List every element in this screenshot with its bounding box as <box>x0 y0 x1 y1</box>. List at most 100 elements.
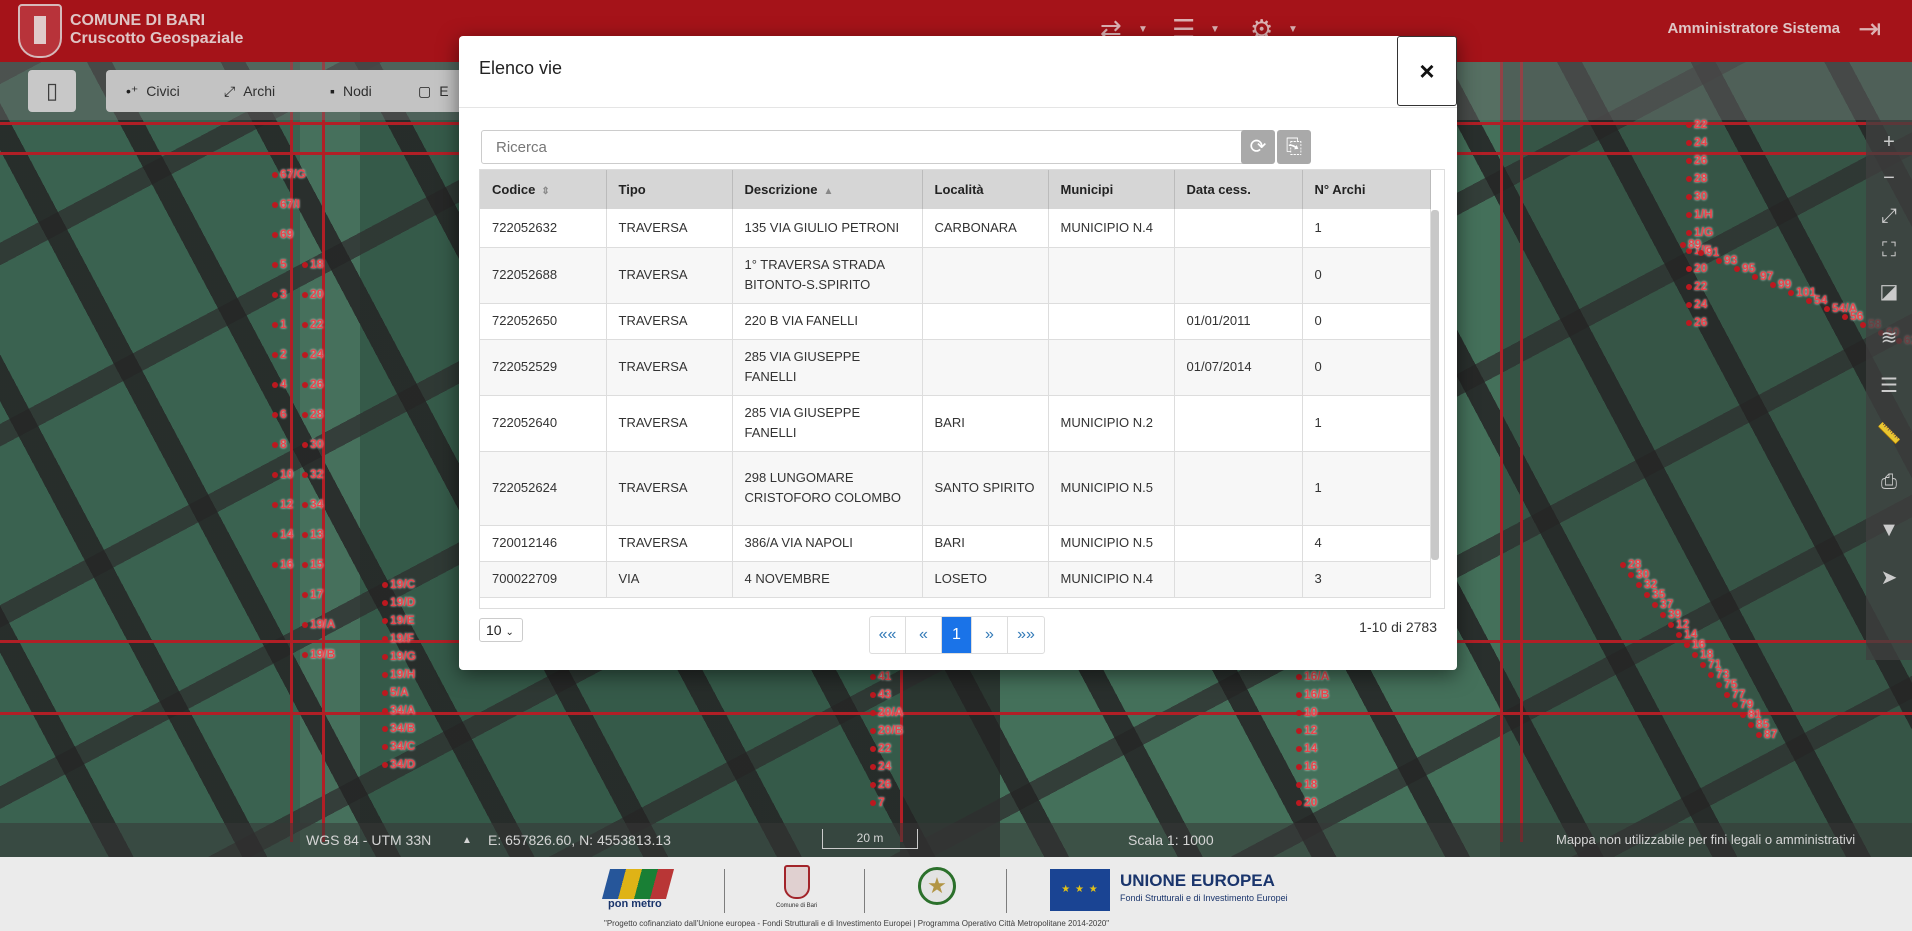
table-cell <box>1048 339 1175 396</box>
table-cell: 135 VIA GIULIO PETRONI <box>732 209 923 248</box>
street-table-grid: Codice ⇕ Tipo Descrizione ▲ Località Munic… <box>480 170 1431 598</box>
table-cell: 720012146 <box>480 525 607 562</box>
sort-both-icon: ⇕ <box>541 186 550 197</box>
table-cell: 0 <box>1302 303 1431 340</box>
table-cell: 1 <box>1302 209 1431 248</box>
table-cell <box>922 247 1049 304</box>
table-cell: TRAVERSA <box>606 209 733 248</box>
table-cell: 1° TRAVERSA STRADA BITONTO-S.SPIRITO <box>732 247 923 304</box>
current-page-button[interactable]: 1 <box>942 617 972 653</box>
table-cell: 01/01/2011 <box>1174 303 1303 340</box>
table-cell: 285 VIA GIUSEPPE FANELLI <box>732 339 923 396</box>
table-row[interactable]: 722052624 TRAVERSA 298 LUNGOMARE CRISTOFOR… <box>480 451 1431 526</box>
close-button[interactable]: × <box>1397 36 1457 106</box>
refresh-icon[interactable]: ⟳ <box>1241 130 1275 164</box>
table-cell: 722052650 <box>480 303 607 340</box>
export-icon[interactable]: ⎘ <box>1277 130 1311 164</box>
table-cell: 722052624 <box>480 451 607 526</box>
table-cell: 722052688 <box>480 247 607 304</box>
chevron-down-icon: ⌄ <box>505 627 514 638</box>
table-cell: BARI <box>922 395 1049 452</box>
table-cell: 4 <box>1302 525 1431 562</box>
col-localita-label: Località <box>934 182 984 197</box>
table-row[interactable]: 720012146 TRAVERSA 386/A VIA NAPOLI BARI MUN… <box>480 525 1431 562</box>
col-n-archi[interactable]: N° Archi <box>1302 170 1431 209</box>
table-row[interactable]: 722052632 TRAVERSA 135 VIA GIULIO PETRONI C… <box>480 209 1431 248</box>
table-cell: 722052640 <box>480 395 607 452</box>
col-tipo-label: Tipo <box>618 182 646 197</box>
page-size-select[interactable]: 10 ⌄ <box>479 618 523 642</box>
table-cell: LOSETO <box>922 561 1049 598</box>
table-cell: MUNICIPIO N.2 <box>1048 395 1175 452</box>
sort-asc-icon: ▲ <box>823 186 834 197</box>
table-cell: MUNICIPIO N.5 <box>1048 525 1175 562</box>
table-cell: 1 <box>1302 451 1431 526</box>
table-cell: 3 <box>1302 561 1431 598</box>
table-cell: 386/A VIA NAPOLI <box>732 525 923 562</box>
col-data-cess[interactable]: Data cess. <box>1174 170 1303 209</box>
table-row[interactable]: 722052640 TRAVERSA 285 VIA GIUSEPPE FANELL… <box>480 395 1431 452</box>
table-cell: TRAVERSA <box>606 303 733 340</box>
col-codice-label: Codice <box>492 182 536 197</box>
table-row[interactable]: 722052529 TRAVERSA 285 VIA GIUSEPPE FANELL… <box>480 339 1431 396</box>
next-page-button[interactable]: » <box>972 617 1008 653</box>
col-localita[interactable]: Località <box>922 170 1049 209</box>
table-cell: SANTO SPIRITO <box>922 451 1049 526</box>
table-cell <box>1174 525 1303 562</box>
table-scrollbar[interactable] <box>1431 210 1439 560</box>
search-input[interactable] <box>481 130 1261 164</box>
table-cell: TRAVERSA <box>606 247 733 304</box>
table-cell: TRAVERSA <box>606 525 733 562</box>
col-data-cess-label: Data cess. <box>1186 182 1251 197</box>
table-cell: BARI <box>922 525 1049 562</box>
table-row[interactable]: 722052650 TRAVERSA 220 B VIA FANELLI 01/01/… <box>480 303 1431 340</box>
table-cell <box>922 303 1049 340</box>
modal-title: Elenco vie <box>479 58 563 78</box>
col-descrizione[interactable]: Descrizione ▲ <box>732 170 923 209</box>
table-cell: 298 LUNGOMARE CRISTOFORO COLOMBO <box>732 451 923 526</box>
table-cell: 0 <box>1302 247 1431 304</box>
table-cell: 4 NOVEMBRE <box>732 561 923 598</box>
modal-header: Elenco vie × <box>459 36 1457 108</box>
table-header-row: Codice ⇕ Tipo Descrizione ▲ Località Munic… <box>480 170 1431 209</box>
pagination: «« « 1 » »» <box>869 616 1045 654</box>
table-cell: 0 <box>1302 339 1431 396</box>
table-cell: 1 <box>1302 395 1431 452</box>
table-row[interactable]: 722052688 TRAVERSA 1° TRAVERSA STRADA BITO… <box>480 247 1431 304</box>
page-size-value: 10 <box>486 622 502 638</box>
table-cell: MUNICIPIO N.4 <box>1048 561 1175 598</box>
table-cell: 220 B VIA FANELLI <box>732 303 923 340</box>
table-cell <box>1174 451 1303 526</box>
col-n-archi-label: N° Archi <box>1314 182 1366 197</box>
table-cell <box>922 339 1049 396</box>
col-tipo[interactable]: Tipo <box>606 170 733 209</box>
table-cell: VIA <box>606 561 733 598</box>
table-body: 722052632 TRAVERSA 135 VIA GIULIO PETRONI C… <box>480 209 1431 598</box>
table-cell: TRAVERSA <box>606 451 733 526</box>
table-cell: 285 VIA GIUSEPPE FANELLI <box>732 395 923 452</box>
table-cell: CARBONARA <box>922 209 1049 248</box>
table-row[interactable]: 700022709 VIA 4 NOVEMBRE LOSETO MUNICIPIO N.… <box>480 561 1431 598</box>
col-codice[interactable]: Codice ⇕ <box>480 170 607 209</box>
col-municipi-label: Municipi <box>1060 182 1114 197</box>
table-cell: TRAVERSA <box>606 339 733 396</box>
table-cell: 722052632 <box>480 209 607 248</box>
col-municipi[interactable]: Municipi <box>1048 170 1175 209</box>
table-cell <box>1174 395 1303 452</box>
col-descrizione-label: Descrizione <box>744 182 818 197</box>
table-cell: MUNICIPIO N.4 <box>1048 209 1175 248</box>
table-cell: MUNICIPIO N.5 <box>1048 451 1175 526</box>
table-cell <box>1174 209 1303 248</box>
prev-page-button[interactable]: « <box>906 617 942 653</box>
table-cell: 722052529 <box>480 339 607 396</box>
table-cell <box>1174 561 1303 598</box>
last-page-button[interactable]: »» <box>1008 617 1044 653</box>
table-cell: 700022709 <box>480 561 607 598</box>
table-cell <box>1048 247 1175 304</box>
street-list-modal: Elenco vie × ⟳ ⎘ Codice ⇕ Tipo Descrizion… <box>459 36 1457 670</box>
first-page-button[interactable]: «« <box>870 617 906 653</box>
table-cell <box>1174 247 1303 304</box>
street-table: Codice ⇕ Tipo Descrizione ▲ Località Munic… <box>479 169 1445 609</box>
table-cell: 01/07/2014 <box>1174 339 1303 396</box>
table-cell: TRAVERSA <box>606 395 733 452</box>
